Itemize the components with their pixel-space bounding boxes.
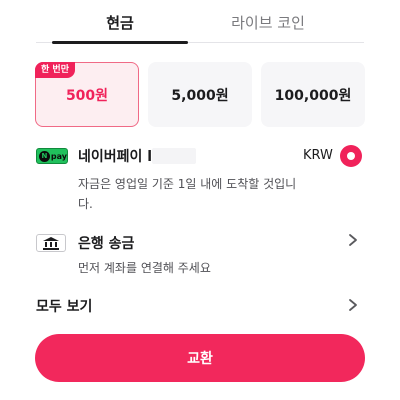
amount-label: 100,000원 [274, 87, 352, 104]
amount-label: 500원 [65, 87, 109, 104]
amount-label: 5,000원 [171, 87, 229, 104]
chevron-right-icon[interactable] [346, 298, 360, 312]
amount-option-100000[interactable]: 100,000원 [261, 62, 365, 127]
naver-n-mark: N [39, 150, 50, 162]
amount-option-500[interactable]: 한 번만 500원 [35, 62, 139, 127]
tab-live-coin[interactable]: 라이브 코인 [200, 12, 336, 38]
naver-pay-radio[interactable] [340, 145, 362, 167]
once-only-badge: 한 번만 [35, 62, 75, 78]
redacted-account [152, 148, 196, 164]
tab-cash[interactable]: 현금 [52, 12, 188, 38]
amount-option-5000[interactable]: 5,000원 [148, 62, 252, 127]
naver-pay-title[interactable]: 네이버페이 l [78, 146, 152, 166]
exchange-sheet: 현금 라이브 코인 한 번만 500원 5,000원 100,000원 N pa… [0, 0, 400, 400]
chevron-right-icon[interactable] [346, 233, 360, 247]
bank-icon [36, 234, 66, 252]
radio-dot [347, 152, 355, 160]
tab-active-indicator [52, 41, 188, 44]
naver-pay-icon: N pay [36, 148, 68, 164]
view-all-link[interactable]: 모두 보기 [36, 296, 92, 316]
bank-transfer-title[interactable]: 은행 송금 [78, 233, 134, 253]
naver-pay-description: 자금은 영업일 기준 1일 내에 도착할 것입니다. [78, 177, 297, 211]
currency-label: KRW [303, 148, 333, 163]
naver-pay-mark: pay [50, 151, 67, 161]
tab-bar: 현금 라이브 코인 [0, 0, 400, 46]
exchange-button[interactable]: 교환 [35, 334, 365, 382]
bank-transfer-description: 먼저 계좌를 연결해 주세요 [78, 261, 211, 275]
